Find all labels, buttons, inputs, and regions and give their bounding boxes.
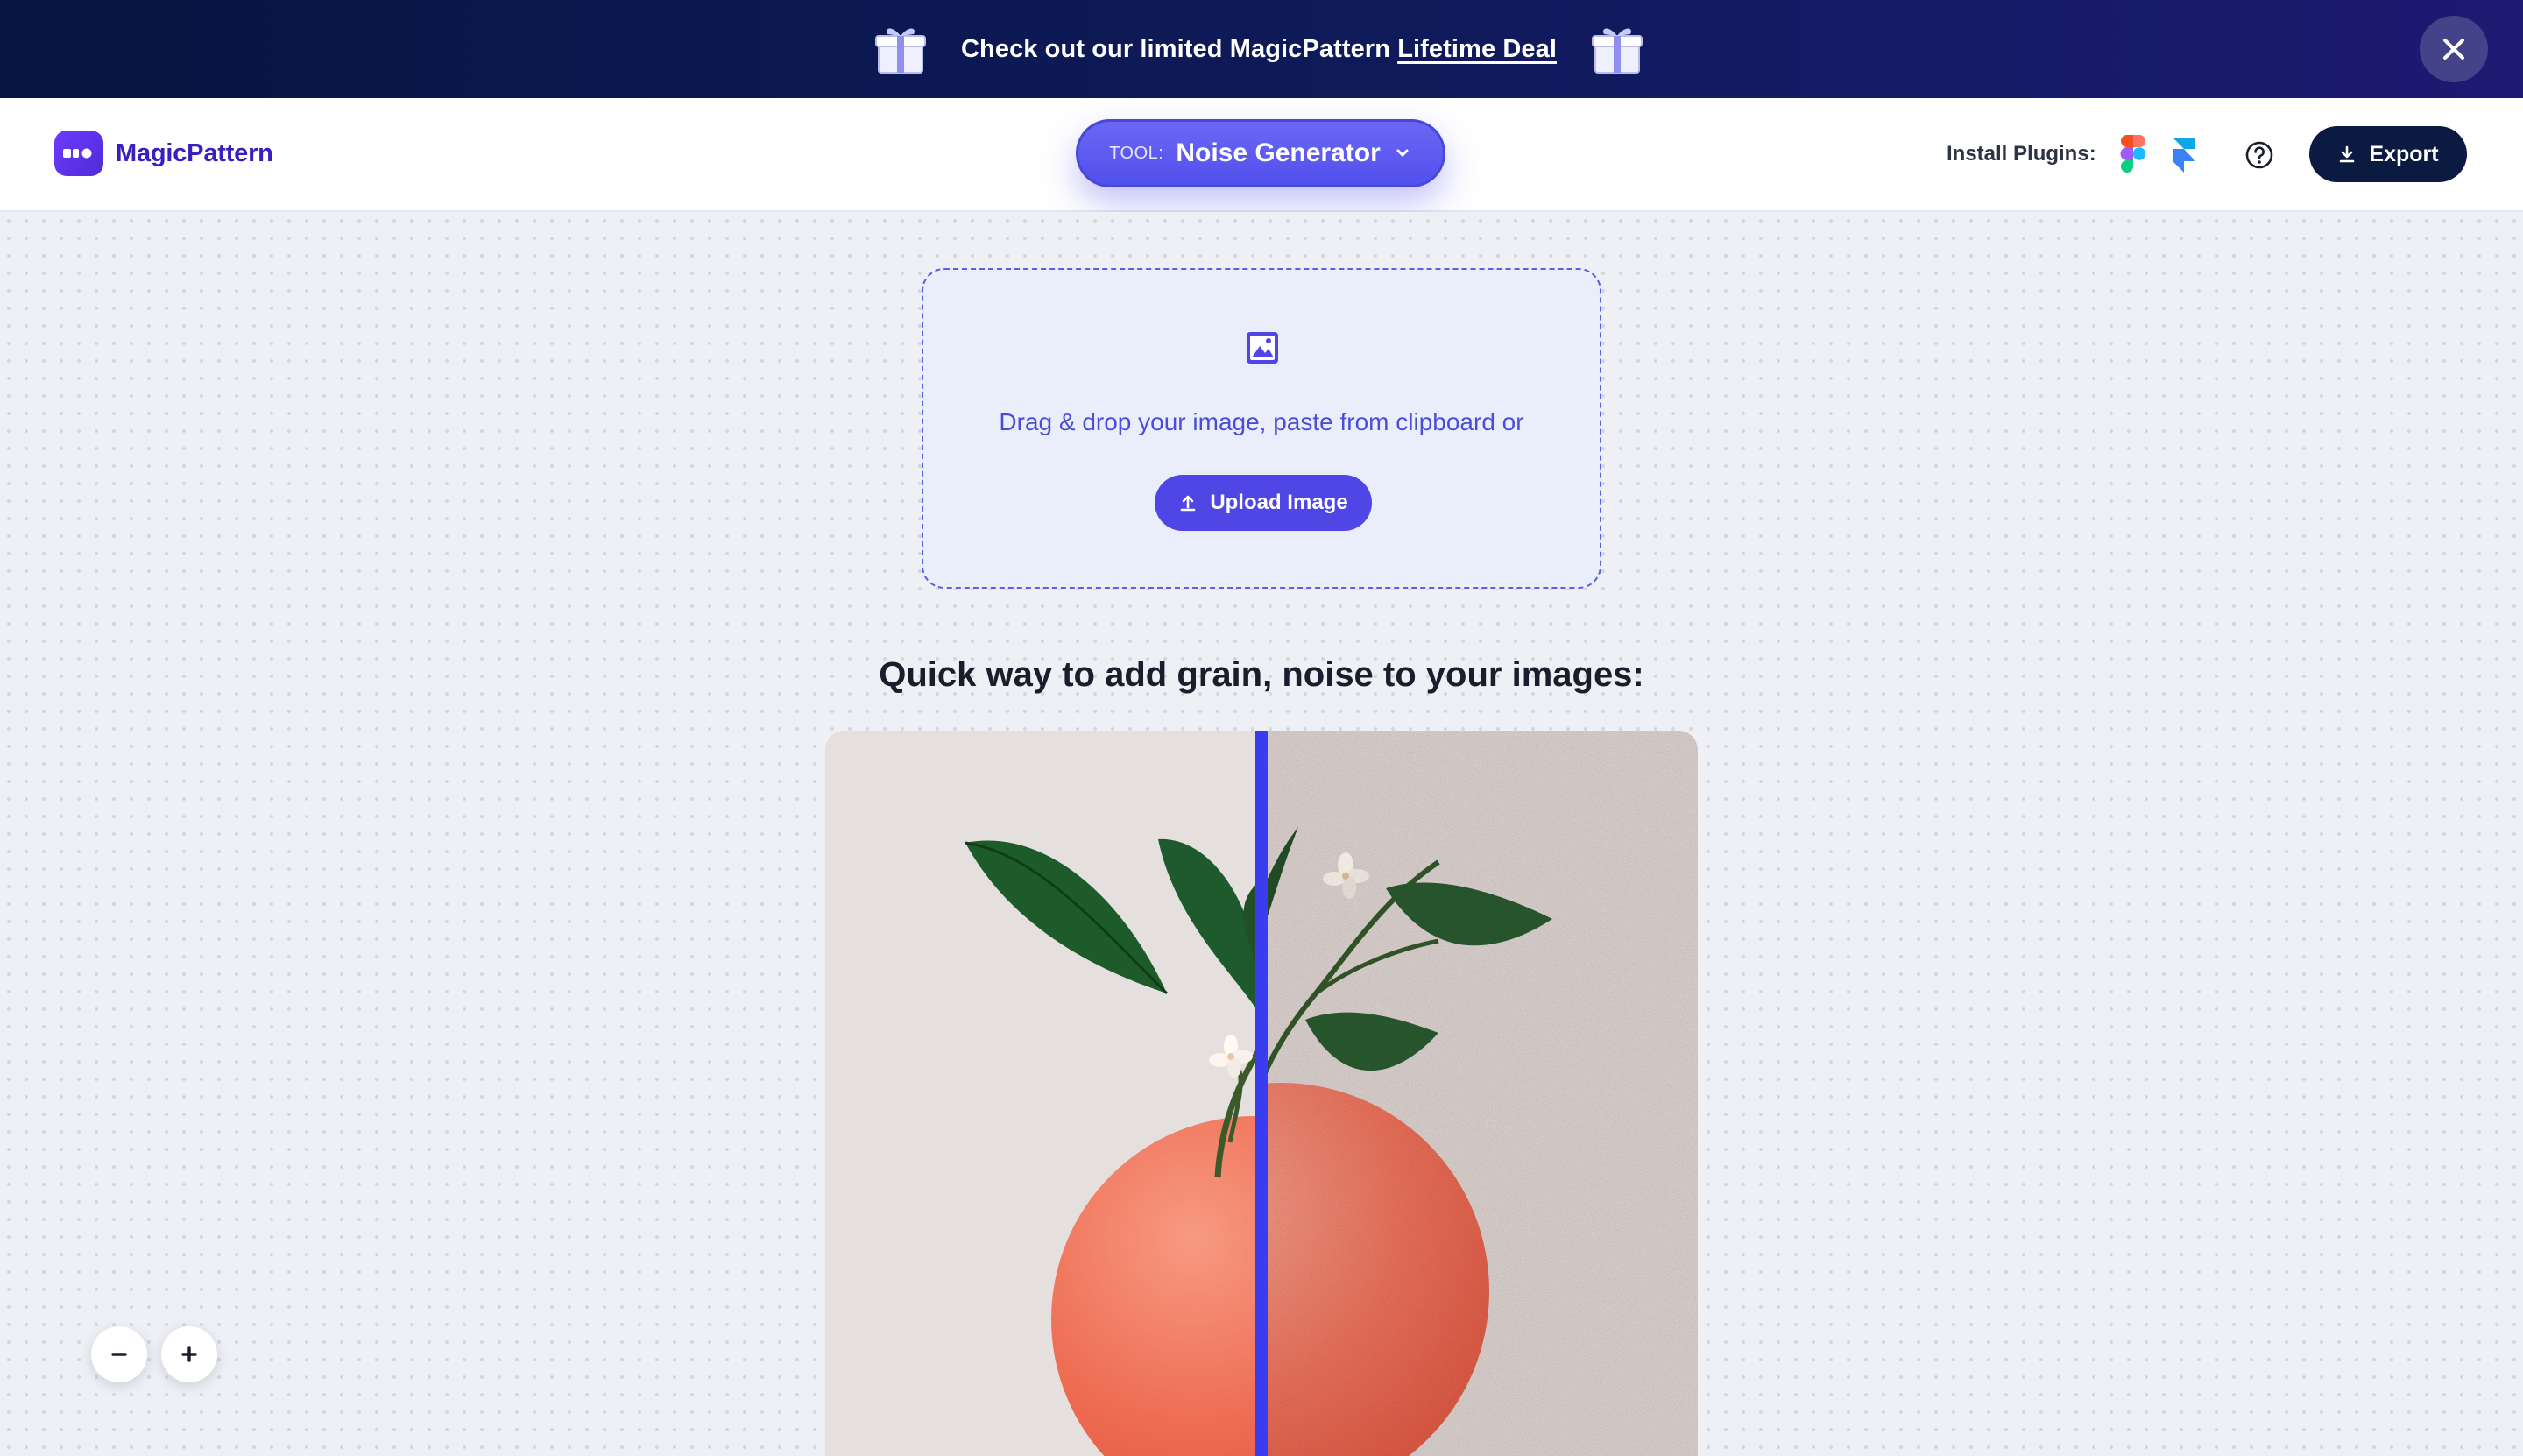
- gift-icon: [874, 28, 926, 74]
- download-icon: [2340, 145, 2355, 163]
- framer-icon[interactable]: [2171, 138, 2197, 174]
- upload-button-label: Upload Image: [1210, 491, 1348, 514]
- page-headline: Quick way to add grain, noise to your im…: [879, 655, 1644, 694]
- app-header: MagicPattern TOOL: Noise Generator Insta…: [0, 98, 2523, 212]
- brand-logo[interactable]: MagicPattern: [54, 131, 273, 176]
- tool-prefix-label: TOOL:: [1109, 143, 1164, 163]
- close-icon: [2443, 39, 2464, 60]
- promo-message: Check out our limited MagicPattern Lifet…: [961, 35, 1557, 64]
- promo-text: Check out our limited MagicPattern: [960, 34, 1391, 63]
- promo-close-button[interactable]: [2420, 16, 2488, 82]
- tool-selector-button[interactable]: TOOL: Noise Generator: [1076, 119, 1445, 187]
- export-label: Export: [2369, 141, 2439, 166]
- promo-content: Check out our limited MagicPattern Lifet…: [872, 20, 1646, 78]
- zoom-out-button[interactable]: [91, 1326, 147, 1382]
- plugins-group: Install Plugins:: [1947, 142, 2096, 166]
- magicpattern-logo-icon: [54, 131, 103, 176]
- dropzone-prompt: Drag & drop your image, paste from clipb…: [999, 408, 1524, 435]
- upload-icon: [1181, 495, 1196, 512]
- plus-icon: [181, 1346, 197, 1362]
- figma-icon[interactable]: [2120, 135, 2146, 173]
- tool-name-label: Noise Generator: [1176, 138, 1381, 167]
- image-icon: [1247, 332, 1278, 364]
- promo-banner: Check out our limited MagicPattern Lifet…: [0, 0, 2523, 98]
- brand-name: MagicPattern: [116, 138, 273, 167]
- comparison-illustration: [825, 731, 1698, 1456]
- lifetime-deal-link[interactable]: Lifetime Deal: [1397, 35, 1557, 63]
- zoom-in-button[interactable]: [161, 1326, 217, 1382]
- image-dropzone[interactable]: Drag & drop your image, paste from clipb…: [922, 268, 1601, 589]
- chevron-down-icon: [1396, 149, 1409, 157]
- before-after-comparison[interactable]: [825, 731, 1698, 1456]
- gift-icon: [1592, 28, 1643, 74]
- comparison-slider-handle: [1255, 731, 1268, 1456]
- plugins-label: Install Plugins:: [1947, 142, 2096, 166]
- minus-icon: [111, 1353, 127, 1356]
- help-icon[interactable]: [2244, 140, 2274, 170]
- export-button[interactable]: Export: [2309, 126, 2467, 182]
- upload-image-button[interactable]: Upload Image: [1155, 475, 1372, 531]
